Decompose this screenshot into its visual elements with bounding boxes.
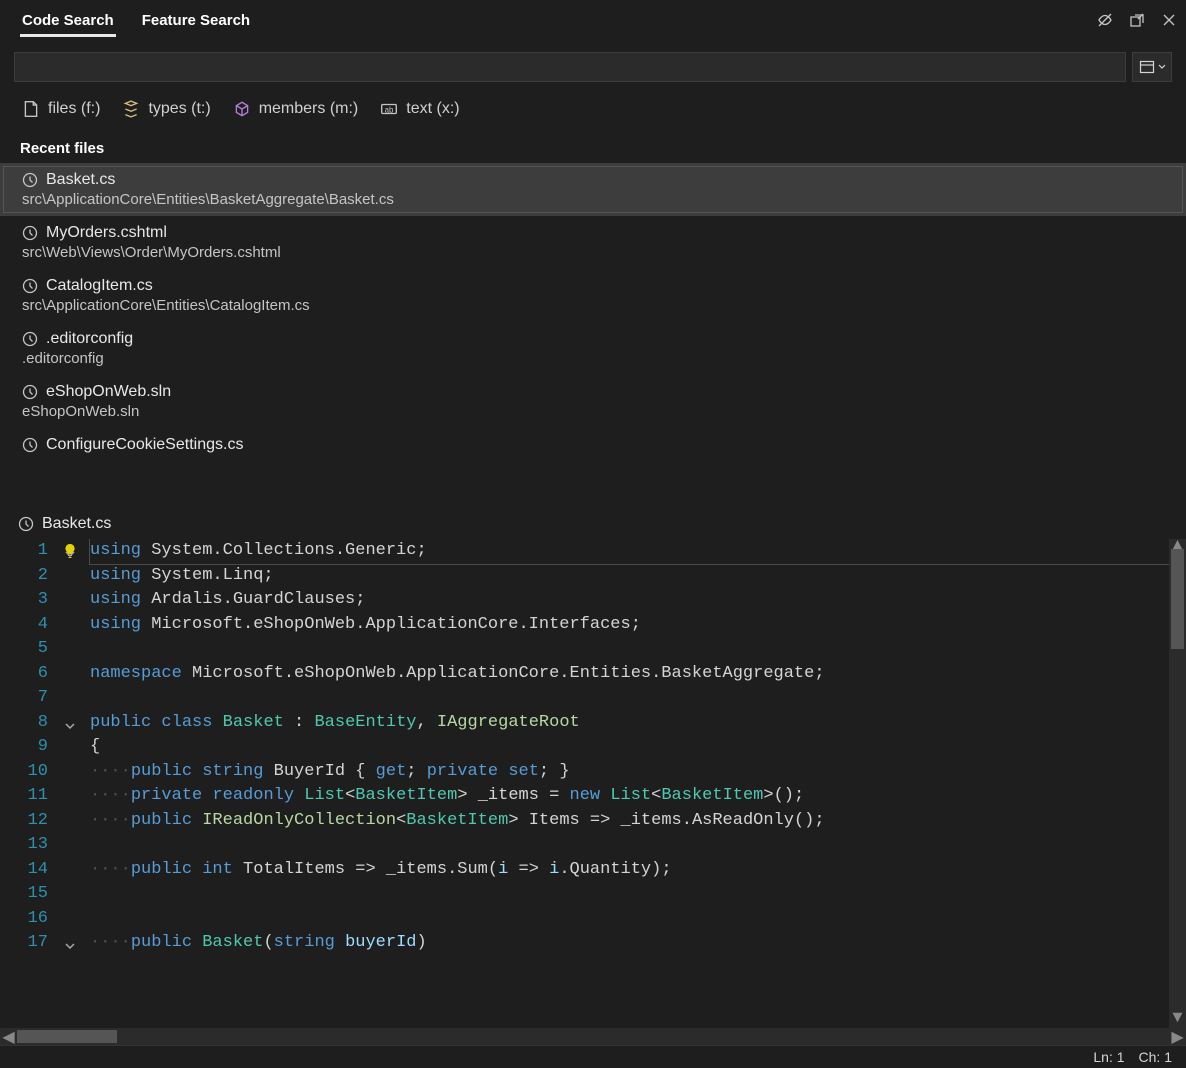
fold-toggle[interactable] [64, 545, 78, 559]
filter-types-label: types (t:) [148, 100, 210, 118]
status-col: Ch: 1 [1139, 1049, 1172, 1065]
tab-code-search[interactable]: Code Search [8, 3, 128, 37]
results-list[interactable]: Basket.cs src\ApplicationCore\Entities\Ba… [0, 163, 1186, 503]
clock-icon [22, 437, 38, 453]
result-item[interactable]: ConfigureCookieSettings.cs [0, 428, 1186, 462]
titlebar-actions [1096, 11, 1178, 29]
filter-text[interactable]: ab text (x:) [380, 100, 459, 118]
filter-members[interactable]: members (m:) [233, 100, 359, 118]
titlebar: Code Search Feature Search [0, 0, 1186, 40]
result-name: CatalogItem.cs [46, 277, 153, 295]
fold-column [60, 539, 90, 1028]
result-name: eShopOnWeb.sln [46, 383, 171, 401]
filter-types[interactable]: types (t:) [122, 100, 210, 118]
clock-icon [22, 278, 38, 294]
status-line: Ln: 1 [1093, 1049, 1124, 1065]
result-item[interactable]: eShopOnWeb.sln eShopOnWeb.sln [0, 375, 1186, 428]
clock-icon [22, 331, 38, 347]
result-path: src\ApplicationCore\Entities\BasketAggre… [22, 191, 1164, 208]
clock-icon [22, 225, 38, 241]
result-name: Basket.cs [46, 171, 115, 189]
filter-row: files (f:) types (t:) members (m:) ab te… [0, 86, 1186, 130]
result-item[interactable]: MyOrders.cshtml src\Web\Views\Order\MyOrd… [0, 216, 1186, 269]
code-content[interactable]: using System.Collections.Generic;using S… [90, 539, 1186, 1028]
preview-header: Basket.cs [0, 503, 1186, 539]
editor-hscrollbar[interactable]: ◀ ▶ [0, 1028, 1186, 1045]
view-options-button[interactable] [1132, 52, 1172, 82]
result-item[interactable]: Basket.cs src\ApplicationCore\Entities\Ba… [0, 163, 1186, 216]
popout-icon[interactable] [1128, 11, 1146, 29]
fold-toggle[interactable] [64, 717, 78, 731]
result-name: MyOrders.cshtml [46, 224, 167, 242]
result-path: src\Web\Views\Order\MyOrders.cshtml [22, 244, 1164, 261]
filter-members-label: members (m:) [259, 100, 359, 118]
result-path: eShopOnWeb.sln [22, 403, 1164, 420]
line-gutter: 1234567891011121314151617 [0, 539, 60, 1028]
clock-icon [22, 172, 38, 188]
fold-toggle[interactable] [64, 937, 78, 951]
clock-icon [22, 384, 38, 400]
result-path: src\ApplicationCore\Entities\CatalogItem… [22, 297, 1164, 314]
tab-feature-search[interactable]: Feature Search [128, 3, 264, 37]
editor-vscrollbar[interactable]: ▲ ▼ [1169, 539, 1186, 1028]
search-row [0, 40, 1186, 86]
filter-files[interactable]: files (f:) [22, 100, 100, 118]
result-path: .editorconfig [22, 350, 1164, 367]
result-name: ConfigureCookieSettings.cs [46, 436, 243, 454]
preview-toggle-icon[interactable] [1096, 11, 1114, 29]
statusbar: Ln: 1 Ch: 1 [0, 1045, 1186, 1068]
filter-files-label: files (f:) [48, 100, 100, 118]
result-name: .editorconfig [46, 330, 133, 348]
result-item[interactable]: CatalogItem.cs src\ApplicationCore\Entiti… [0, 269, 1186, 322]
preview-filename: Basket.cs [42, 515, 111, 533]
result-item[interactable]: .editorconfig .editorconfig [0, 322, 1186, 375]
close-icon[interactable] [1160, 11, 1178, 29]
filter-text-label: text (x:) [406, 100, 459, 118]
code-preview: 1234567891011121314151617 using System.C… [0, 539, 1186, 1028]
search-input[interactable] [14, 52, 1126, 82]
search-tabs: Code Search Feature Search [8, 3, 264, 37]
svg-text:ab: ab [385, 105, 394, 114]
recent-files-header: Recent files [0, 130, 1186, 163]
